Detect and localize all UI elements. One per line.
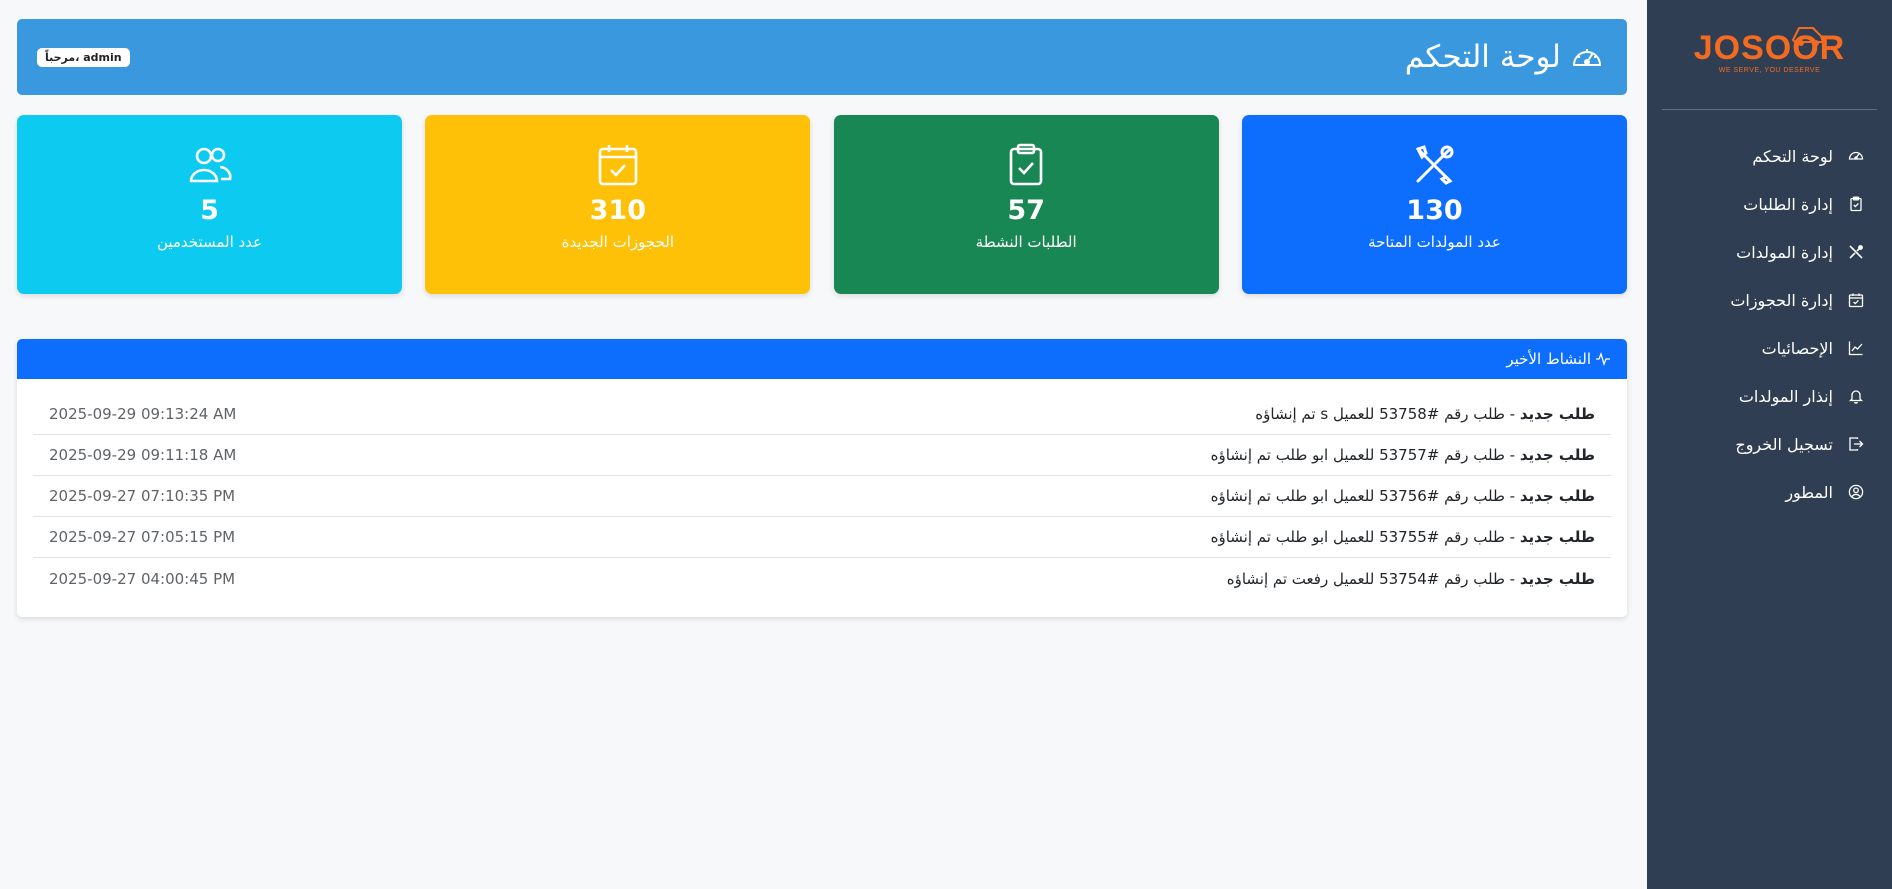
sidebar-item-label: إدارة الطلبات — [1743, 194, 1833, 214]
activity-description: طلب جديد - طلب رقم #53757 للعميل ابو طلب… — [1211, 446, 1595, 464]
activity-time: 2025-09-27 04:00:45 PM — [49, 569, 236, 588]
activity-time: 2025-09-27 07:05:15 PM — [49, 528, 236, 546]
activity-kind: طلب جديد — [1519, 405, 1595, 423]
activity-title: النشاط الأخير — [1506, 350, 1591, 368]
sidebar: JOSOOR WE SERVE, YOU DESERVE لوحة التحكم… — [1647, 0, 1892, 889]
clipboard-icon — [1847, 195, 1865, 213]
tools-icon — [1847, 243, 1865, 261]
welcome-badge: مرحباً، admin — [37, 47, 130, 67]
stat-card-users[interactable]: 5 عدد المستخدمين — [17, 115, 402, 294]
sidebar-item-statistics[interactable]: الإحصائيات — [1647, 324, 1892, 372]
activity-row: طلب جديد - طلب رقم #53756 للعميل ابو طلب… — [33, 476, 1611, 517]
stat-value: 5 — [200, 195, 219, 226]
sidebar-item-label: الإحصائيات — [1761, 338, 1833, 358]
bell-icon — [1847, 387, 1865, 405]
activity-row: طلب جديد - طلب رقم #53758 للعميل s تم إن… — [33, 394, 1611, 435]
activity-text: - طلب رقم #53758 للعميل s تم إنشاؤه — [1255, 405, 1520, 423]
stat-label: الطلبات النشطة — [975, 233, 1077, 251]
activity-kind: طلب جديد — [1519, 528, 1595, 546]
activity-header: النشاط الأخير — [17, 339, 1627, 379]
activity-row: طلب جديد - طلب رقم #53755 للعميل ابو طلب… — [33, 517, 1611, 558]
sidebar-item-dashboard[interactable]: لوحة التحكم — [1647, 132, 1892, 180]
speedometer-icon — [1847, 147, 1865, 165]
recent-activity-panel: النشاط الأخير طلب جديد - طلب رقم #53758 … — [17, 339, 1627, 617]
activity-kind: طلب جديد — [1519, 446, 1595, 464]
sidebar-item-label: إدارة الحجوزات — [1730, 290, 1833, 310]
stat-label: عدد المولدات المتاحة — [1368, 233, 1501, 251]
stat-card-generators[interactable]: 130 عدد المولدات المتاحة — [1241, 115, 1627, 294]
stat-value: 310 — [589, 195, 647, 226]
activity-description: طلب جديد - طلب رقم #53758 للعميل s تم إن… — [1255, 405, 1595, 423]
logo-tagline: WE SERVE, YOU DESERVE — [1718, 67, 1821, 74]
activity-pulse-icon — [1595, 352, 1611, 366]
sidebar-item-label: تسجيل الخروج — [1735, 434, 1833, 454]
logout-icon — [1847, 435, 1865, 453]
chart-line-icon — [1847, 339, 1865, 357]
truck-icon — [1791, 27, 1825, 46]
users-icon — [188, 143, 232, 187]
stat-value: 57 — [1007, 195, 1045, 226]
calendar-check-icon — [1847, 291, 1865, 309]
stat-label: عدد المستخدمين — [156, 233, 263, 251]
sidebar-item-label: إدارة المولدات — [1736, 242, 1833, 262]
activity-description: طلب جديد - طلب رقم #53754 للعميل رفعت تم… — [1227, 570, 1595, 588]
brand-logo[interactable]: JOSOOR WE SERVE, YOU DESERVE — [1662, 0, 1877, 110]
activity-row: طلب جديد - طلب رقم #53757 للعميل ابو طلب… — [33, 435, 1611, 476]
stat-card-new-bookings[interactable]: 310 الحجوزات الجديدة — [425, 115, 811, 294]
tools-icon — [1412, 143, 1456, 187]
sidebar-item-developer[interactable]: المطور — [1647, 468, 1892, 516]
activity-kind: طلب جديد — [1519, 569, 1595, 588]
sidebar-nav: لوحة التحكم إدارة الطلبات إدارة المولدات… — [1647, 132, 1892, 516]
activity-list: طلب جديد - طلب رقم #53758 للعميل s تم إن… — [17, 379, 1627, 599]
activity-text: - طلب رقم #53757 للعميل ابو طلب تم إنشاؤ… — [1210, 446, 1520, 464]
sidebar-item-orders[interactable]: إدارة الطلبات — [1647, 180, 1892, 228]
user-circle-icon — [1847, 483, 1865, 501]
activity-text: - طلب رقم #53754 للعميل رفعت تم إنشاؤه — [1226, 569, 1520, 588]
page-title: لوحة التحكم — [1405, 39, 1603, 75]
activity-description: طلب جديد - طلب رقم #53756 للعميل ابو طلب… — [1211, 487, 1595, 505]
sidebar-item-label: المطور — [1785, 482, 1833, 502]
main-content: لوحة التحكم مرحباً، admin 130 عدد المولد… — [17, 19, 1627, 617]
sidebar-item-label: لوحة التحكم — [1752, 146, 1833, 166]
stat-card-active-orders[interactable]: 57 الطلبات النشطة — [833, 115, 1219, 294]
activity-time: 2025-09-27 07:10:35 PM — [49, 487, 236, 505]
activity-description: طلب جديد - طلب رقم #53755 للعميل ابو طلب… — [1211, 528, 1595, 546]
activity-text: - طلب رقم #53756 للعميل ابو طلب تم إنشاؤ… — [1210, 487, 1520, 505]
sidebar-item-bookings[interactable]: إدارة الحجوزات — [1647, 276, 1892, 324]
stats-cards: 130 عدد المولدات المتاحة 57 الطلبات النش… — [17, 115, 1627, 294]
sidebar-item-generators[interactable]: إدارة المولدات — [1647, 228, 1892, 276]
activity-kind: طلب جديد — [1519, 487, 1595, 505]
activity-time: 2025-09-29 09:11:18 AM — [49, 446, 237, 464]
page-title-text: لوحة التحكم — [1404, 39, 1561, 75]
calendar-check-icon — [597, 143, 639, 187]
speedometer-icon — [1571, 43, 1603, 71]
sidebar-item-logout[interactable]: تسجيل الخروج — [1647, 420, 1892, 468]
page-header: لوحة التحكم مرحباً، admin — [17, 19, 1627, 95]
sidebar-item-alerts[interactable]: إنذار المولدات — [1647, 372, 1892, 420]
stat-value: 130 — [1406, 195, 1463, 226]
clipboard-check-icon — [1006, 143, 1046, 187]
activity-row: طلب جديد - طلب رقم #53754 للعميل رفعت تم… — [33, 558, 1611, 599]
sidebar-item-label: إنذار المولدات — [1738, 386, 1833, 406]
activity-text: - طلب رقم #53755 للعميل ابو طلب تم إنشاؤ… — [1210, 528, 1520, 546]
stat-label: الحجوزات الجديدة — [561, 233, 674, 251]
activity-time: 2025-09-29 09:13:24 AM — [49, 405, 237, 423]
